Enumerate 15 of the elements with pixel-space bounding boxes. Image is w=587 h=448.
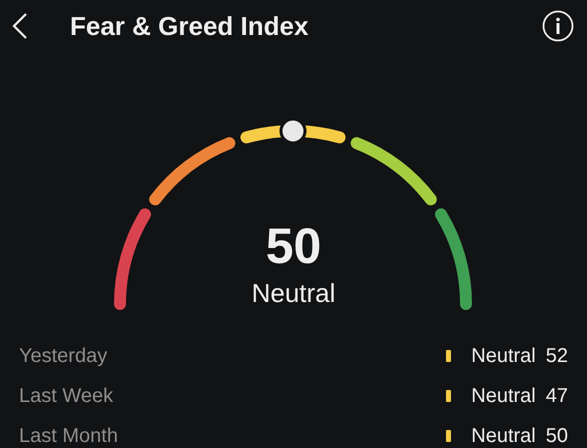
period-label: Yesterday (19, 344, 108, 368)
sentiment-label: Neutral (471, 384, 536, 408)
gauge-indicator (280, 118, 306, 144)
index-value: 52 (546, 344, 568, 368)
screen-title: Fear & Greed Index (70, 10, 310, 42)
index-value: 50 (546, 424, 568, 448)
index-label: Neutral (252, 278, 336, 308)
sentiment-label: Neutral (471, 344, 536, 368)
period-label: Last Week (19, 384, 114, 408)
index-value: 50 (266, 218, 322, 274)
period-label: Last Month (19, 424, 119, 448)
back-icon[interactable] (12, 12, 28, 40)
index-value: 47 (546, 384, 568, 408)
sentiment-label: Neutral (471, 424, 536, 448)
info-icon[interactable] (542, 10, 574, 42)
